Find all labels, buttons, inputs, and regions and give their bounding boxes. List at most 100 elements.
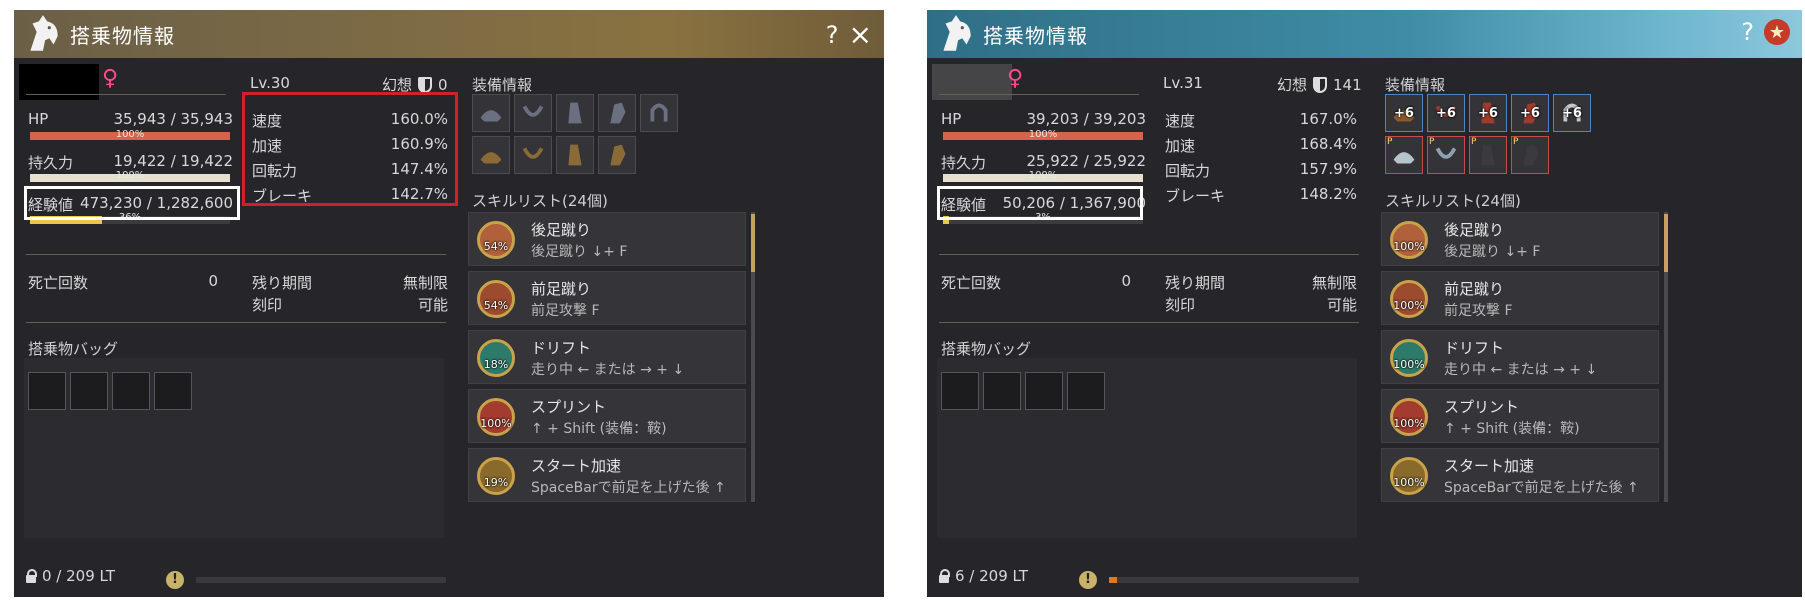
skill-item[interactable]: 19% スタート加速 SpaceBarで前足を上げた後 ↑ <box>468 448 746 502</box>
death-count-value: 0 <box>208 272 218 290</box>
equipment-slot-stirrups[interactable] <box>514 94 552 132</box>
equipment-slot-horseshoe[interactable] <box>640 94 678 132</box>
equipment-slot-costume[interactable] <box>514 136 552 174</box>
turning-label: 回転力 <box>1165 162 1211 180</box>
accel-row: 加速 160.9% <box>252 135 448 156</box>
help-button[interactable]: ? <box>1741 18 1754 46</box>
skill-item[interactable]: 100% 後足蹴り 後足蹴り ↓+ F <box>1381 212 1659 266</box>
mount-bag-label: 搭乗物バッグ <box>28 340 119 358</box>
equipment-slot-horseshoe[interactable]: +6 <box>1553 94 1591 132</box>
seal-row: 刻印 可能 <box>252 294 448 315</box>
weight-indicator: 6 / 209 LT <box>939 567 1028 585</box>
equipment-slot-costume[interactable] <box>472 136 510 174</box>
accel-row: 加速 168.4% <box>1165 135 1357 156</box>
skill-name: スプリント <box>531 398 607 416</box>
brake-value: 142.7% <box>390 185 448 203</box>
skill-command: 走り中 ← または → + ↓ <box>531 362 685 378</box>
bag-slot[interactable] <box>941 372 979 410</box>
skill-list-scrollbar[interactable] <box>1664 212 1668 502</box>
title-bar[interactable]: 搭乗物情報 ? × <box>14 10 884 58</box>
skill-icon: 100% <box>1390 398 1428 436</box>
bag-slot[interactable] <box>70 372 108 410</box>
favorite-star-icon[interactable]: ★ <box>1764 19 1790 45</box>
equipment-slot-stirrups[interactable]: +6 <box>1427 94 1465 132</box>
bag-slot[interactable] <box>112 372 150 410</box>
p-tag: P <box>1429 137 1435 147</box>
remaining-period-value: 無制限 <box>402 274 448 292</box>
warning-icon[interactable]: ! <box>166 571 184 589</box>
horse-head-icon <box>30 15 58 51</box>
accel-value: 160.9% <box>390 135 448 153</box>
skill-percent: 100% <box>480 417 512 430</box>
enhance-badge: +6 <box>1520 105 1540 121</box>
skill-command: ↑ + Shift (装備：鞍) <box>1444 421 1580 437</box>
bag-slot[interactable] <box>28 372 66 410</box>
scrollbar-thumb[interactable] <box>751 214 755 272</box>
equipment-slot-costume[interactable]: P <box>1427 136 1465 174</box>
weight-value: 0 / 209 LT <box>42 567 115 585</box>
exp-highlight-box <box>937 186 1143 220</box>
equipment-slot-armor[interactable] <box>556 94 594 132</box>
equipment-slot-armor[interactable]: +6 <box>1469 94 1507 132</box>
skill-item[interactable]: 100% スプリント ↑ + Shift (装備：鞍) <box>1381 389 1659 443</box>
hp-percent: 100% <box>115 129 145 140</box>
turning-row: 回転力 157.9% <box>1165 160 1357 181</box>
female-icon: ♀ <box>102 66 119 91</box>
skill-item[interactable]: 18% ドリフト 走り中 ← または → + ↓ <box>468 330 746 384</box>
help-button[interactable]: ? <box>826 21 839 49</box>
weight-indicator: 0 / 209 LT <box>26 567 115 585</box>
skill-list[interactable]: 100% 後足蹴り 後足蹴り ↓+ F 100% 前足蹴り 前足攻撃 F 100… <box>1381 212 1671 502</box>
hp-percent: 100% <box>1028 129 1058 140</box>
skill-icon: 100% <box>1390 280 1428 318</box>
accel-label: 加速 <box>252 137 283 155</box>
skill-percent: 54% <box>483 299 509 312</box>
window-title: 搭乗物情報 <box>70 23 175 48</box>
skill-icon: 100% <box>1390 221 1428 259</box>
bag-slot[interactable] <box>1025 372 1063 410</box>
skill-percent: 100% <box>1393 476 1425 489</box>
skill-list[interactable]: 54% 後足蹴り 後足蹴り ↓+ F 54% 前足蹴り 前足攻撃 F 18% ド… <box>468 212 758 502</box>
hp-row: HP 35,943 / 35,943 <box>28 110 233 128</box>
speed-row: 速度 160.0% <box>252 110 448 131</box>
accel-value: 168.4% <box>1299 135 1357 153</box>
skill-item[interactable]: 100% ドリフト 走り中 ← または → + ↓ <box>1381 330 1659 384</box>
skill-list-scrollbar[interactable] <box>751 212 755 502</box>
equipment-slot-champron[interactable]: +6 <box>1511 94 1549 132</box>
skill-item[interactable]: 100% 前足蹴り 前足攻撃 F <box>1381 271 1659 325</box>
seal-row: 刻印 可能 <box>1165 294 1357 315</box>
p-tag: P <box>1387 137 1393 147</box>
skill-item[interactable]: 54% 後足蹴り 後足蹴り ↓+ F <box>468 212 746 266</box>
scrollbar-thumb[interactable] <box>1664 214 1668 272</box>
skill-percent: 100% <box>1393 240 1425 253</box>
remaining-period-label: 残り期間 <box>1165 274 1226 292</box>
speed-row: 速度 167.0% <box>1165 110 1357 131</box>
skill-item[interactable]: 54% 前足蹴り 前足攻撃 F <box>468 271 746 325</box>
skill-percent: 100% <box>1393 358 1425 371</box>
skill-command: SpaceBarで前足を上げた後 ↑ <box>531 480 726 496</box>
equipment-slot-champron[interactable] <box>598 94 636 132</box>
equipment-slot-costume[interactable]: P <box>1385 136 1423 174</box>
equipment-slot-saddle[interactable] <box>472 94 510 132</box>
brake-label: ブレーキ <box>252 187 313 205</box>
skill-item[interactable]: 100% スタート加速 SpaceBarで前足を上げた後 ↑ <box>1381 448 1659 502</box>
bag-slot[interactable] <box>983 372 1021 410</box>
equipment-slot-costume[interactable] <box>556 136 594 174</box>
mount-bag-label: 搭乗物バッグ <box>941 340 1032 358</box>
warning-icon[interactable]: ! <box>1079 571 1097 589</box>
title-bar[interactable]: 搭乗物情報 ? ★ <box>927 10 1802 58</box>
equipment-info-label: 装備情報 <box>472 76 533 94</box>
equipment-slot-costume[interactable] <box>598 136 636 174</box>
turning-value: 157.9% <box>1299 160 1357 178</box>
bag-slot[interactable] <box>1067 372 1105 410</box>
speed-value: 160.0% <box>390 110 448 128</box>
mount-info-window-left: 搭乗物情報 ? × ♀ Lv.30 幻想 0 HP 35,943 / 35,94… <box>14 10 884 597</box>
speed-value: 167.0% <box>1299 110 1357 128</box>
gensou-stat: 幻想 141 <box>1277 74 1362 95</box>
skill-item[interactable]: 100% スプリント ↑ + Shift (装備：鞍) <box>468 389 746 443</box>
speed-label: 速度 <box>1165 112 1196 130</box>
equipment-slot-costume[interactable]: P <box>1511 136 1549 174</box>
equipment-slot-costume[interactable]: P <box>1469 136 1507 174</box>
close-button[interactable]: × <box>849 18 872 51</box>
equipment-slot-saddle[interactable]: +6 <box>1385 94 1423 132</box>
bag-slot[interactable] <box>154 372 192 410</box>
